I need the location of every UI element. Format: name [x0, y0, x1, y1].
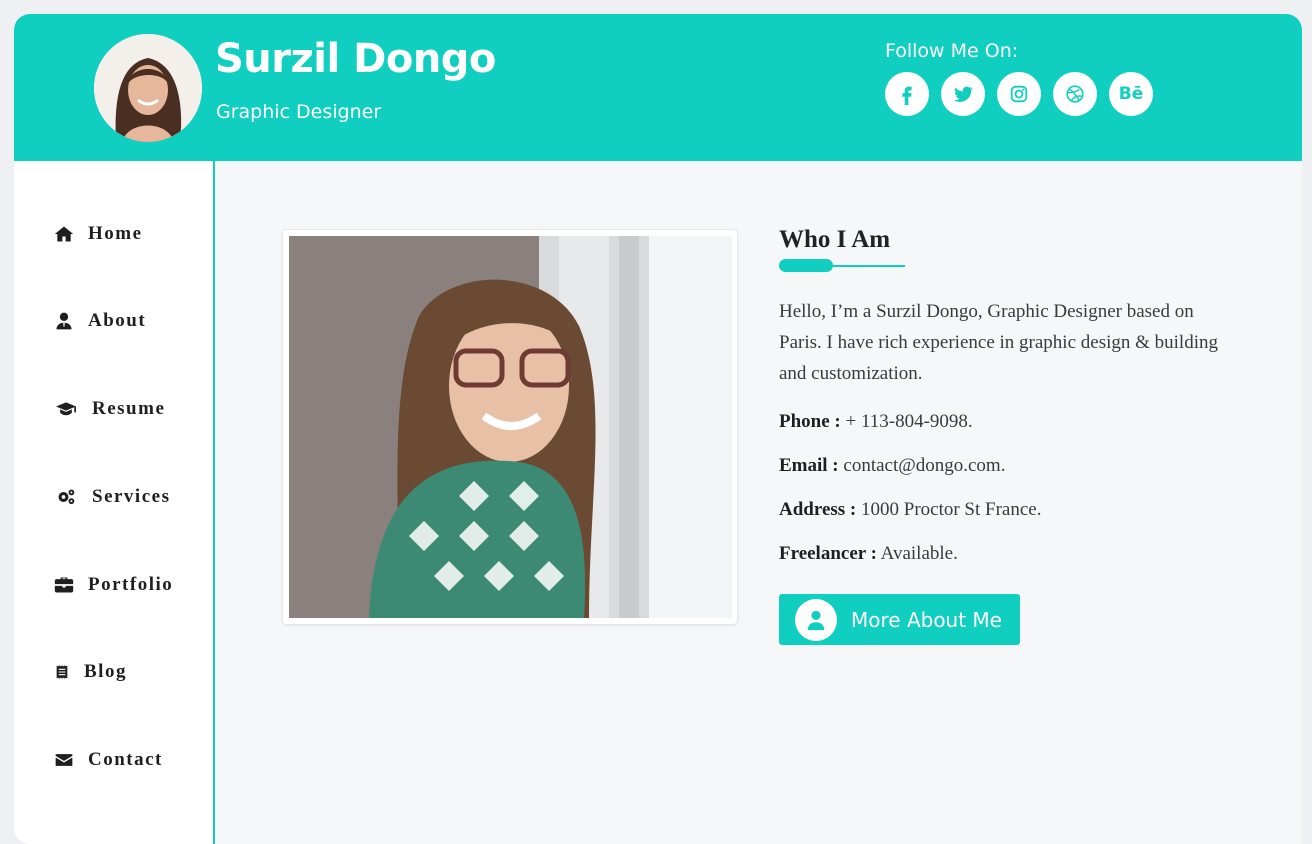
freelancer-value: Available.	[880, 543, 958, 564]
profile-photo-card	[282, 229, 738, 625]
phone-row: Phone : + 113-804-9098.	[779, 411, 973, 433]
sidebar-item-label: Contact	[88, 749, 163, 770]
user-icon	[56, 312, 72, 330]
instagram-link[interactable]	[997, 72, 1041, 116]
dribbble-link[interactable]	[1053, 72, 1097, 116]
more-about-me-button[interactable]: More About Me	[779, 594, 1020, 645]
briefcase-icon	[54, 577, 74, 593]
envelope-icon	[55, 754, 73, 766]
address-row: Address : 1000 Proctor St France.	[779, 499, 1041, 521]
home-icon	[54, 226, 74, 242]
follow-label: Follow Me On:	[885, 40, 1019, 62]
more-about-me-label: More About Me	[851, 607, 1002, 632]
freelancer-label: Freelancer :	[779, 543, 877, 564]
profile-name: Surzil Dongo	[215, 36, 496, 82]
address-label: Address :	[779, 499, 857, 520]
phone-label: Phone :	[779, 411, 841, 432]
graduation-cap-icon	[56, 402, 76, 416]
behance-link[interactable]: Bē	[1109, 72, 1153, 116]
sidebar-item-contact[interactable]: Contact	[54, 745, 163, 775]
profile-header: Surzil Dongo Graphic Designer Follow Me …	[14, 14, 1302, 161]
instagram-icon	[1010, 85, 1028, 103]
email-row: Email : contact@dongo.com.	[779, 455, 1005, 477]
phone-value: + 113-804-9098.	[845, 411, 973, 432]
sidebar-item-label: Blog	[84, 661, 127, 682]
sidebar-item-label: Resume	[92, 398, 166, 419]
twitter-link[interactable]	[941, 72, 985, 116]
page-frame: Surzil Dongo Graphic Designer Follow Me …	[14, 14, 1302, 844]
title-underline-accent	[779, 259, 833, 272]
freelancer-row: Freelancer : Available.	[779, 543, 958, 565]
user-icon	[795, 598, 837, 641]
bio-text: Hello, I’m a Surzil Dongo, Graphic Desig…	[779, 301, 1218, 384]
sidebar-item-home[interactable]: Home	[54, 219, 143, 249]
twitter-icon	[953, 86, 974, 102]
email-value: contact@dongo.com.	[843, 455, 1006, 476]
sidebar-item-blog[interactable]: Blog	[54, 657, 127, 687]
behance-icon: Bē	[1118, 84, 1144, 104]
sidebar-nav: Home About Resume Services Portfolio Blo…	[14, 161, 215, 844]
email-label: Email :	[779, 455, 839, 476]
profile-role: Graphic Designer	[216, 101, 382, 123]
sidebar-item-label: Portfolio	[88, 574, 174, 595]
sidebar-item-label: Home	[88, 223, 143, 244]
facebook-link[interactable]	[885, 72, 929, 116]
gears-icon	[58, 489, 75, 505]
receipt-icon	[56, 665, 68, 679]
sidebar-item-resume[interactable]: Resume	[54, 394, 165, 424]
sidebar-item-about[interactable]: About	[54, 306, 146, 336]
section-title: Who I Am	[779, 226, 891, 253]
sidebar-item-label: Services	[92, 486, 171, 507]
sidebar-item-label: About	[88, 310, 147, 331]
sidebar-item-portfolio[interactable]: Portfolio	[54, 570, 173, 600]
avatar	[94, 34, 202, 142]
profile-photo	[289, 236, 732, 618]
dribbble-icon	[1066, 85, 1084, 103]
sidebar-item-services[interactable]: Services	[54, 482, 170, 512]
facebook-icon	[902, 86, 912, 105]
address-value: 1000 Proctor St France.	[861, 499, 1042, 520]
social-links: Bē	[885, 72, 1153, 116]
